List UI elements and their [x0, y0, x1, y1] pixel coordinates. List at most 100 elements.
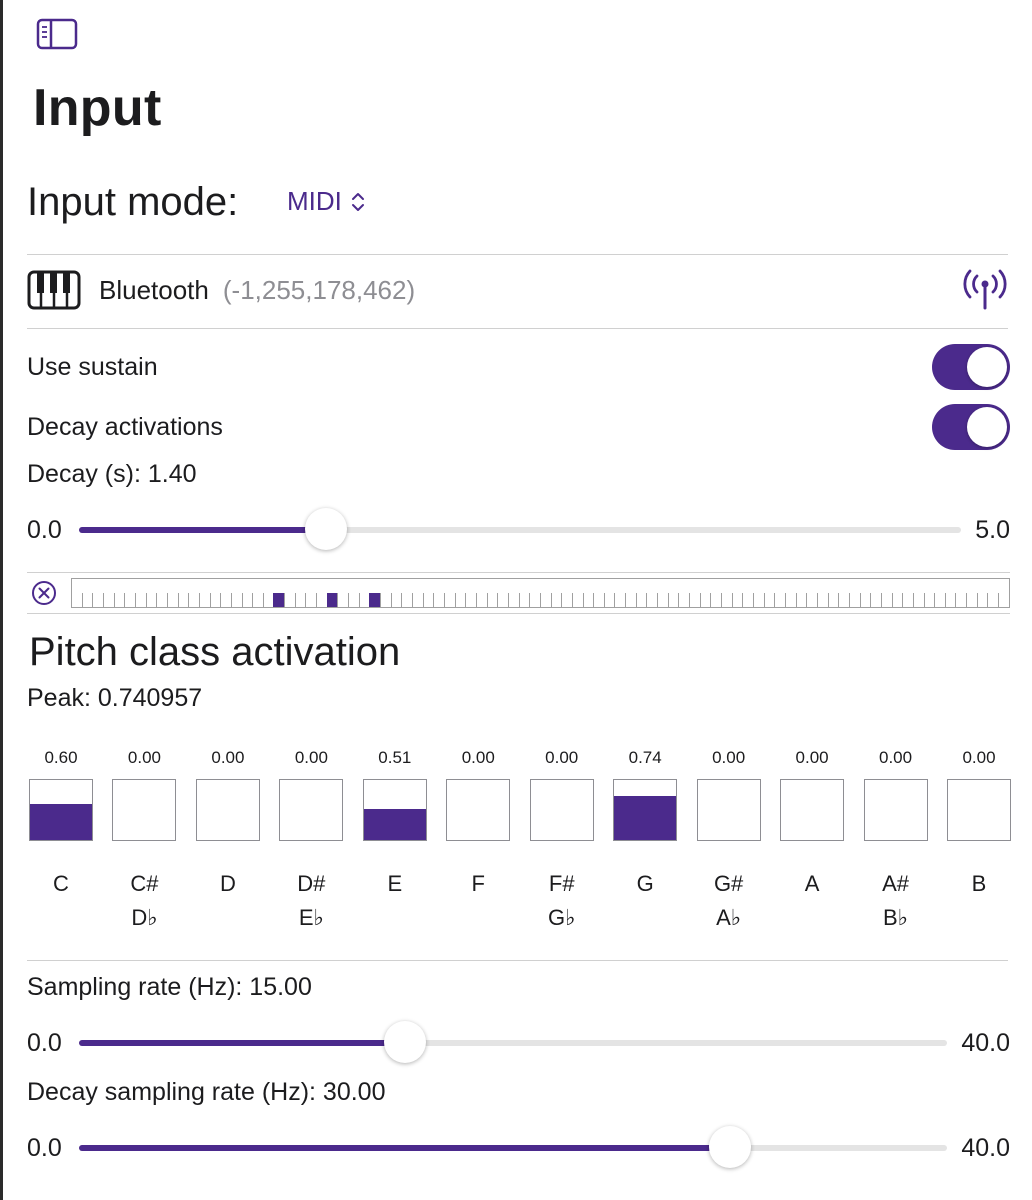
- mini-key-active: [369, 593, 381, 607]
- slider-fill: [79, 527, 327, 533]
- pitch-class-meter: [529, 779, 594, 841]
- pitch-class-item: 0.00 A: [778, 745, 846, 935]
- pitch-class-name-line: B♭: [882, 905, 909, 930]
- input-panel: Input Input mode: MIDI Bluetooth (-1,255…: [0, 0, 1032, 1200]
- mini-key: [230, 593, 242, 607]
- sampling-rate-slider[interactable]: [79, 1021, 948, 1063]
- pitch-class-meter: [780, 779, 845, 841]
- mini-key: [220, 593, 231, 607]
- mini-key: [880, 593, 892, 607]
- mini-key: [358, 593, 370, 607]
- pitch-class-value: 0.00: [878, 748, 913, 767]
- mini-key: [795, 593, 807, 607]
- mini-key: [966, 593, 977, 607]
- input-mode-picker[interactable]: MIDI: [287, 186, 366, 217]
- mini-keyboard: [71, 578, 1010, 608]
- pitch-class-item: 0.00 F: [444, 745, 512, 935]
- input-mode-label: Input mode:: [27, 180, 239, 224]
- pitch-class-value: 0.00: [795, 748, 829, 767]
- slider-thumb[interactable]: [383, 1021, 426, 1063]
- mini-key: [625, 593, 636, 607]
- slider-thumb[interactable]: [709, 1126, 752, 1168]
- decay-sampling-rate-slider[interactable]: [79, 1126, 948, 1168]
- mini-key: [529, 593, 540, 607]
- pitch-class-value: 0.60: [44, 748, 78, 767]
- mini-key: [134, 593, 146, 607]
- toggle-knob: [967, 347, 1007, 387]
- antenna-broadcast-icon[interactable]: [960, 268, 1010, 312]
- mini-key: [593, 593, 604, 607]
- pitch-class-meter: [696, 779, 761, 841]
- pitch-class-meter: [946, 779, 1011, 841]
- divider: [27, 960, 1008, 961]
- mini-key: [678, 593, 689, 607]
- pitch-class-item: 0.00 G# A♭: [695, 745, 763, 935]
- decay-activations-toggle[interactable]: [932, 404, 1010, 450]
- pitch-class-name: D# E♭: [297, 867, 325, 935]
- mini-key: [92, 593, 103, 607]
- pitch-class-name-line: F: [471, 871, 485, 896]
- mini-key: [976, 593, 988, 607]
- toggle-knob: [967, 407, 1007, 447]
- mini-key: [603, 593, 615, 607]
- mini-key: [454, 593, 466, 607]
- mini-key: [998, 593, 1009, 607]
- mini-key: [380, 593, 391, 607]
- mini-key: [774, 593, 785, 607]
- mini-key: [433, 593, 444, 607]
- decay-activations-label: Decay activations: [27, 412, 223, 441]
- mini-key: [923, 593, 935, 607]
- decay-sampling-rate-min-label: 0.0: [27, 1133, 62, 1162]
- pitch-class-value: 0.00: [712, 748, 746, 767]
- pitch-class-name-line: E♭: [298, 905, 324, 930]
- mini-key: [539, 593, 551, 607]
- pitch-class-value: 0.74: [628, 748, 662, 767]
- sidebar-toggle-button[interactable]: [36, 18, 78, 50]
- keyboard-activity-row: [27, 572, 1010, 614]
- pitch-class-meter: [279, 779, 344, 841]
- pitch-class-name-line: A#: [882, 871, 909, 896]
- mini-key: [348, 593, 359, 607]
- mini-key: [262, 593, 274, 607]
- mini-key: [689, 593, 700, 607]
- mini-key: [113, 593, 125, 607]
- pitch-class-name: A# B♭: [882, 867, 909, 935]
- mini-key: [390, 593, 402, 607]
- pitch-class-name-line: E: [387, 871, 403, 896]
- mini-key: [305, 593, 316, 607]
- peak-label: Peak: 0.740957: [27, 684, 203, 712]
- mini-key: [731, 593, 743, 607]
- slider-fill: [79, 1040, 405, 1046]
- midi-device-row[interactable]: Bluetooth (-1,255,178,462): [27, 262, 1010, 318]
- pitch-class-meter-fill: [30, 804, 92, 840]
- mini-key: [81, 593, 93, 607]
- pitch-class-name-line: C#: [130, 871, 159, 896]
- mini-key: [806, 593, 817, 607]
- mini-key: [902, 593, 913, 607]
- pitch-class-item: 0.60 C: [27, 745, 95, 935]
- mini-key: [870, 593, 881, 607]
- mini-key: [955, 593, 966, 607]
- chevron-up-down-icon: [351, 192, 364, 211]
- decay-sampling-rate-max-label: 40.0: [961, 1133, 1010, 1162]
- pitch-class-name: C: [53, 867, 69, 935]
- pitch-class-item: 0.00 D# E♭: [277, 745, 345, 935]
- decay-min-label: 0.0: [27, 515, 62, 544]
- decay-sampling-rate-label: Decay sampling rate (Hz): 30.00: [27, 1078, 386, 1106]
- mini-key: [710, 593, 721, 607]
- pitch-class-item: 0.00 B: [945, 745, 1013, 935]
- mini-key: [816, 593, 828, 607]
- mini-key: [582, 593, 594, 607]
- mini-keyboard-keys: [72, 593, 1009, 607]
- pitch-class-meter-fill: [614, 795, 677, 840]
- mini-key: [721, 593, 732, 607]
- decay-slider[interactable]: [79, 508, 962, 550]
- pitch-class-name-line: D#: [297, 871, 326, 896]
- pitch-class-value: 0.00: [962, 748, 996, 767]
- input-mode-value: MIDI: [287, 186, 342, 216]
- mini-key: [561, 593, 572, 607]
- mini-key: [156, 593, 167, 607]
- clear-circle-x-icon[interactable]: [29, 578, 59, 608]
- slider-thumb[interactable]: [305, 508, 348, 550]
- use-sustain-toggle[interactable]: [932, 344, 1010, 390]
